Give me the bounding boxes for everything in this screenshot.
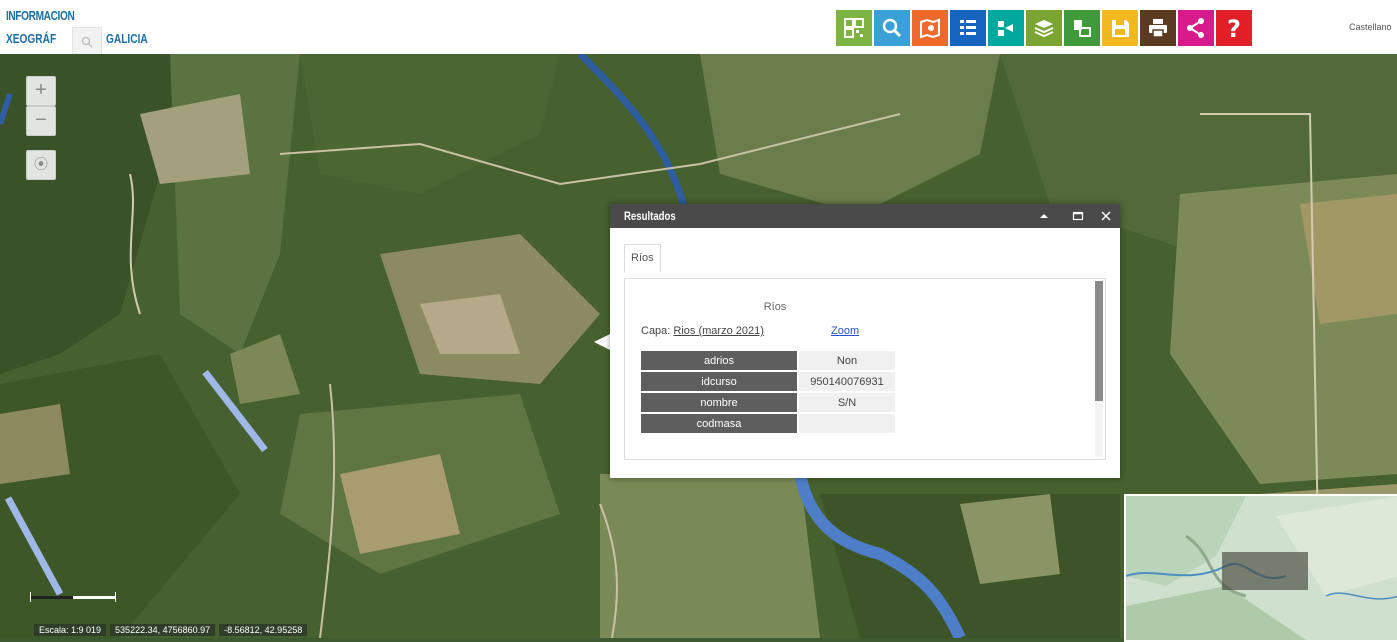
toolbar-button-layers[interactable] bbox=[1026, 10, 1062, 46]
logo-line1: INFORMACION bbox=[6, 8, 75, 23]
collapse-panel-button[interactable] bbox=[1036, 208, 1052, 224]
toolbar-button-map-tool[interactable] bbox=[1064, 10, 1100, 46]
layer-link[interactable]: Rios (marzo 2021) bbox=[673, 325, 763, 337]
scale-bar bbox=[30, 592, 116, 602]
chevron-up-icon bbox=[1040, 214, 1048, 218]
svg-text:?: ? bbox=[1227, 15, 1241, 41]
zoom-in-button[interactable]: + bbox=[26, 76, 56, 106]
map-footer: Escala: 1:9 019 535222.34, 4756860.97 -8… bbox=[34, 622, 311, 638]
app-header: INFORMACION XEOGRÁF GALICIA ? Castellano bbox=[0, 0, 1397, 63]
scale-readout: Escala: 1:9 019 bbox=[34, 624, 107, 636]
toolbar-button-hierarchy[interactable] bbox=[988, 10, 1024, 46]
print-icon bbox=[1149, 19, 1167, 38]
attribute-value bbox=[799, 414, 895, 433]
attribute-key: codmasa bbox=[641, 414, 797, 433]
list-icon bbox=[960, 20, 976, 35]
logo-line3: GALICIA bbox=[106, 31, 148, 46]
layers-icon bbox=[1034, 20, 1054, 38]
toolbar-button-map-search[interactable] bbox=[912, 10, 948, 46]
toolbar-button-search[interactable] bbox=[874, 10, 910, 46]
toolbar-button-help[interactable]: ? bbox=[1216, 10, 1252, 46]
coordinates-readout: 535222.34, 4756860.97 bbox=[110, 624, 216, 636]
attribute-value: Non bbox=[799, 351, 895, 370]
popup-pointer bbox=[594, 334, 610, 350]
close-panel-button[interactable] bbox=[1098, 208, 1114, 224]
results-panel: Resultados Ríos Ríos Capa: Rios (marzo 2… bbox=[610, 204, 1120, 478]
zoom-link[interactable]: Zoom bbox=[831, 325, 859, 337]
qr-code-icon bbox=[844, 18, 864, 38]
result-tabs: Ríos bbox=[624, 244, 661, 273]
overview-extent-box bbox=[1222, 552, 1308, 590]
search-icon bbox=[81, 36, 93, 48]
scrollbar-thumb[interactable] bbox=[1095, 281, 1103, 401]
zoom-out-button[interactable]: − bbox=[26, 106, 56, 136]
save-icon bbox=[1112, 20, 1129, 37]
panel-titlebar[interactable]: Resultados bbox=[610, 204, 1120, 228]
close-icon bbox=[1101, 211, 1111, 221]
toolbar-button-qr[interactable] bbox=[836, 10, 872, 46]
toolbar-button-save[interactable] bbox=[1102, 10, 1138, 46]
table-row: nombre S/N bbox=[641, 393, 895, 412]
maximize-icon bbox=[1072, 211, 1084, 221]
result-body: Ríos Capa: Rios (marzo 2021) Zoom adrios… bbox=[624, 278, 1106, 460]
attribute-value: S/N bbox=[799, 393, 895, 412]
main-toolbar: ? bbox=[836, 10, 1254, 46]
result-scrollbar[interactable] bbox=[1095, 281, 1103, 457]
attribute-key: nombre bbox=[641, 393, 797, 412]
overview-terrain bbox=[1126, 496, 1397, 640]
hierarchy-icon bbox=[998, 21, 1013, 36]
search-icon bbox=[882, 18, 902, 38]
map-tool-icon bbox=[1074, 20, 1091, 37]
tab-rios[interactable]: Ríos bbox=[624, 244, 661, 273]
map-search-icon bbox=[920, 18, 940, 39]
locate-button[interactable]: ⦿ bbox=[26, 150, 56, 180]
attribute-key: idcurso bbox=[641, 372, 797, 391]
result-title: Ríos bbox=[763, 301, 787, 313]
toolbar-button-print[interactable] bbox=[1140, 10, 1176, 46]
maximize-panel-button[interactable] bbox=[1070, 208, 1086, 224]
attribute-value: 950140076931 bbox=[799, 372, 895, 391]
attribute-key: adrios bbox=[641, 351, 797, 370]
table-row: idcurso 950140076931 bbox=[641, 372, 895, 391]
share-icon bbox=[1187, 18, 1204, 38]
table-row: adrios Non bbox=[641, 351, 895, 370]
layer-label: Capa: bbox=[641, 325, 671, 337]
attribute-table: adrios Non idcurso 950140076931 nombre S… bbox=[639, 349, 897, 435]
latlon-readout: -8.56812, 42.95258 bbox=[219, 624, 308, 636]
panel-title: Resultados bbox=[624, 209, 676, 223]
overview-map[interactable] bbox=[1124, 494, 1397, 642]
toolbar-button-share[interactable] bbox=[1178, 10, 1214, 46]
language-selector[interactable]: Castellano bbox=[1349, 22, 1392, 32]
help-icon: ? bbox=[1227, 15, 1241, 41]
table-row: codmasa bbox=[641, 414, 895, 433]
logo-line2: XEOGRÁF bbox=[6, 31, 57, 46]
toolbar-button-list[interactable] bbox=[950, 10, 986, 46]
layer-row: Capa: Rios (marzo 2021) bbox=[641, 325, 764, 337]
